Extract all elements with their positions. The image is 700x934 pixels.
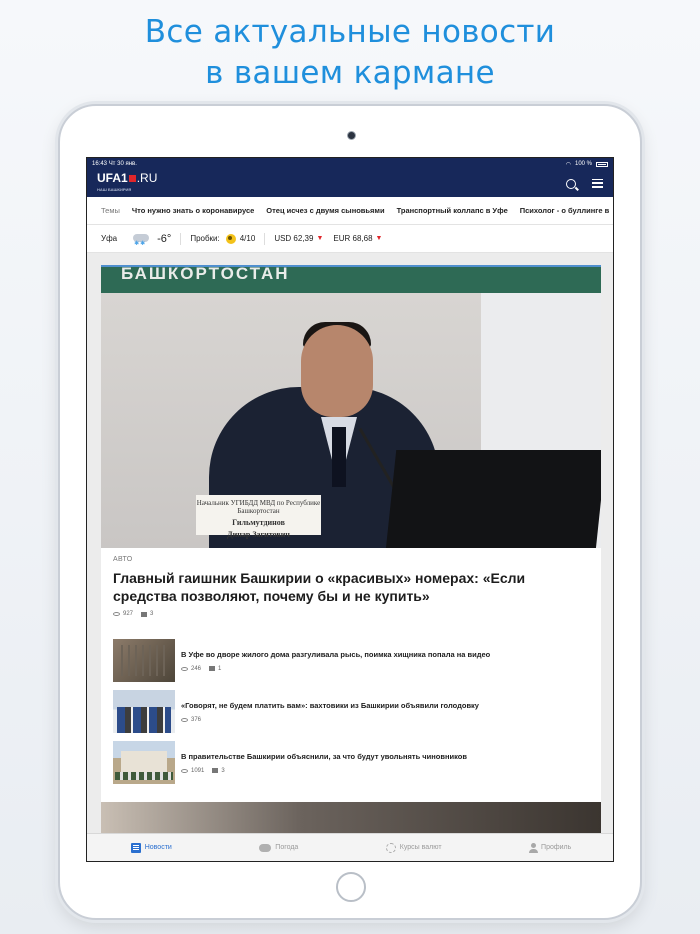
hero-title[interactable]: Главный гаишник Башкирии о «красивых» но… bbox=[113, 569, 589, 605]
news-meta: 246 1 bbox=[181, 666, 490, 672]
tab-news[interactable]: Новости bbox=[130, 842, 172, 853]
tab-label: Курсы валют bbox=[399, 844, 442, 851]
menu-icon[interactable] bbox=[592, 178, 603, 188]
topic-item[interactable]: Психолог - о буллинге в bbox=[520, 206, 613, 215]
comment-icon bbox=[141, 611, 148, 617]
news-icon bbox=[130, 842, 141, 853]
app-header: UFA1 .RU НАШ БАШКИРИЯ bbox=[87, 170, 613, 197]
battery-text: 100 % bbox=[574, 161, 592, 167]
eye-icon bbox=[181, 768, 188, 773]
views-count: 927 bbox=[123, 611, 134, 617]
logo-tagline: НАШ БАШКИРИЯ bbox=[97, 186, 132, 192]
list-item[interactable]: В Уфе во дворе жилого дома разгуливала р… bbox=[113, 635, 589, 686]
views-count: 1091 bbox=[191, 767, 205, 774]
eye-icon bbox=[181, 717, 188, 722]
comment-icon bbox=[212, 768, 219, 773]
home-button[interactable] bbox=[336, 872, 366, 902]
tab-currency[interactable]: Курсы валют bbox=[385, 842, 442, 853]
plate-surname: Гильмутдинов bbox=[232, 518, 285, 527]
battery-icon bbox=[596, 161, 608, 167]
weather-icon bbox=[259, 843, 272, 852]
name-plate: Начальник УГИБДД МВД по Республике Башко… bbox=[196, 495, 321, 539]
topic-item[interactable]: Транспортный коллапс в Уфе bbox=[397, 206, 520, 215]
topic-item[interactable]: Что нужно знать о коронавирусе bbox=[132, 206, 266, 215]
logo-main: UFA1 bbox=[97, 170, 128, 185]
news-thumbnail bbox=[113, 690, 175, 733]
topic-item[interactable]: Отец исчез с двумя сыновьями bbox=[266, 206, 396, 215]
eye-icon bbox=[181, 666, 188, 671]
views-count: 246 bbox=[191, 665, 202, 672]
hero-meta: 927 3 bbox=[113, 611, 589, 617]
wifi-icon: ◠ bbox=[565, 161, 571, 168]
tab-label: Новости bbox=[144, 844, 172, 851]
news-thumbnail bbox=[113, 741, 175, 784]
views-count: 376 bbox=[191, 716, 202, 723]
info-bar: Уфа -6° Пробки: 4/10 USD 62,39 ▼ EUR 68,… bbox=[87, 225, 613, 253]
eye-icon bbox=[113, 612, 120, 616]
plate-name: Динар Загитович bbox=[227, 530, 290, 539]
traffic-light-icon bbox=[225, 233, 236, 244]
tab-bar: Новости Погода Курсы валют Профиль bbox=[87, 833, 613, 861]
profile-icon bbox=[529, 842, 539, 853]
promo-line-1: Все актуальные новости bbox=[144, 14, 556, 50]
list-item[interactable]: «Говорят, не будем платить вам»: вахтови… bbox=[113, 686, 589, 737]
tab-label: Профиль bbox=[541, 844, 572, 851]
status-bar: 16:43 Чт 30 янв. ◠ 100 % bbox=[87, 158, 613, 170]
news-title[interactable]: В Уфе во дворе жилого дома разгуливала р… bbox=[181, 650, 490, 660]
down-arrow-icon: ▼ bbox=[316, 235, 324, 242]
app-screen: 16:43 Чт 30 янв. ◠ 100 % UFA1 .RU НАШ БАШ… bbox=[86, 157, 614, 862]
news-meta: 1091 3 bbox=[181, 768, 467, 774]
comments-count: 1 bbox=[218, 665, 222, 672]
banner-text: БАШКОРТОСТАН bbox=[121, 265, 290, 283]
divider bbox=[180, 232, 182, 245]
cloud-snow-icon bbox=[131, 231, 151, 247]
topics-label: Темы bbox=[101, 206, 120, 215]
city-label: Уфа bbox=[101, 234, 118, 243]
hero-card[interactable]: АВТО Главный гаишник Башкирии о «красивы… bbox=[101, 548, 601, 629]
promo-line-2: в вашем кармане bbox=[205, 55, 495, 91]
logo-square-icon bbox=[128, 174, 136, 182]
eur-rate[interactable]: EUR 68,68 bbox=[333, 234, 372, 243]
logo-suffix: .RU bbox=[136, 170, 158, 185]
news-list: В Уфе во дворе жилого дома разгуливала р… bbox=[101, 629, 601, 802]
traffic-value[interactable]: 4/10 bbox=[240, 234, 256, 243]
plate-position: Начальник УГИБДД МВД по Республике Башко… bbox=[196, 499, 321, 515]
news-meta: 376 bbox=[181, 717, 479, 723]
comments-count: 3 bbox=[150, 611, 154, 617]
rubric-label[interactable]: АВТО bbox=[113, 556, 589, 563]
photo-banner: БАШКОРТОСТАН bbox=[101, 267, 601, 293]
search-icon[interactable] bbox=[566, 178, 576, 189]
tab-label: Погода bbox=[275, 844, 299, 851]
news-feed: БАШКОРТОСТАН Начальник УГИБДД МВД по Рес… bbox=[101, 265, 601, 861]
status-date: Чт 30 янв. bbox=[108, 161, 137, 167]
news-title[interactable]: В правительстве Башкирии объяснили, за ч… bbox=[181, 752, 467, 762]
officer-head bbox=[301, 325, 373, 417]
comment-icon bbox=[209, 666, 216, 671]
status-time: 16:43 bbox=[92, 161, 108, 167]
monitor bbox=[385, 450, 601, 548]
hero-image[interactable]: БАШКОРТОСТАН Начальник УГИБДД МВД по Рес… bbox=[101, 265, 601, 548]
tab-weather[interactable]: Погода bbox=[259, 843, 299, 852]
usd-rate[interactable]: USD 62,39 bbox=[274, 234, 313, 243]
down-arrow-icon: ▼ bbox=[375, 235, 383, 242]
news-title[interactable]: «Говорят, не будем платить вам»: вахтови… bbox=[181, 701, 479, 711]
temperature[interactable]: -6° bbox=[157, 233, 171, 245]
promo-headline: Все актуальные новости в вашем кармане bbox=[0, 12, 700, 94]
traffic-label: Пробки: bbox=[190, 234, 220, 243]
app-logo[interactable]: UFA1 .RU НАШ БАШКИРИЯ bbox=[97, 172, 157, 196]
divider bbox=[264, 232, 266, 245]
comments-count: 3 bbox=[221, 767, 225, 774]
news-thumbnail bbox=[113, 639, 175, 682]
currency-icon bbox=[385, 842, 396, 853]
camera-icon bbox=[347, 131, 356, 140]
topics-bar: Темы Что нужно знать о коронавирусе Отец… bbox=[87, 197, 613, 225]
tab-profile[interactable]: Профиль bbox=[529, 842, 572, 853]
list-item[interactable]: В правительстве Башкирии объяснили, за ч… bbox=[113, 737, 589, 788]
